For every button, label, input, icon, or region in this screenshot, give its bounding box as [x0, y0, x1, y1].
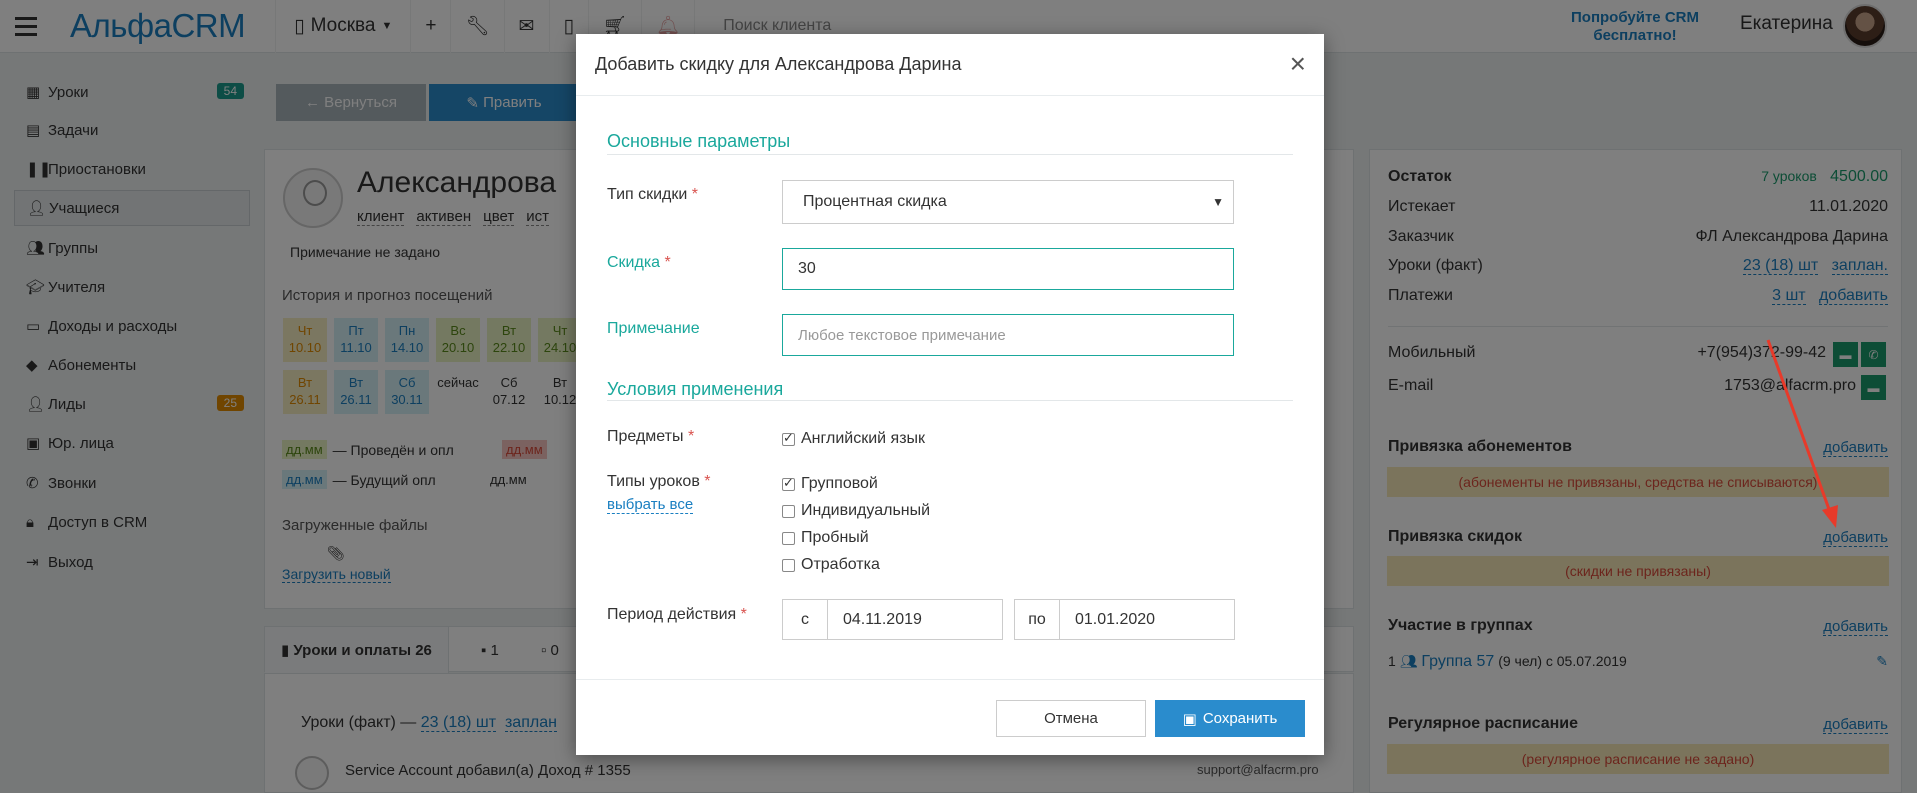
checkbox-label: Групповой [801, 475, 878, 492]
save-button[interactable]: ▣ Сохранить [1155, 700, 1305, 737]
checkbox[interactable] [782, 504, 795, 518]
label-text: Скидка [607, 254, 661, 271]
subjects-label: Предметы * [607, 428, 694, 446]
lesson-type-trial[interactable]: Пробный [782, 529, 869, 547]
required-mark: * [691, 186, 699, 203]
lesson-type-individual[interactable]: Индивидуальный [782, 502, 930, 520]
label-text: Тип скидки [607, 186, 688, 203]
save-label: Сохранить [1202, 710, 1278, 727]
select-all-link[interactable]: выбрать все [607, 496, 694, 514]
checkbox-label: Пробный [801, 529, 869, 546]
lesson-type-makeup[interactable]: Отработка [782, 556, 880, 574]
required-mark: * [740, 606, 747, 623]
modal-title: Добавить скидку для Александрова Дарина [595, 54, 962, 74]
note-label: Примечание [607, 320, 700, 337]
section-divider [607, 400, 1293, 401]
modal-footer-divider [576, 679, 1324, 680]
period-to-addon: по [1014, 599, 1060, 640]
lesson-types-label: Типы уроков * [607, 473, 711, 491]
discount-input[interactable]: 30 [782, 248, 1234, 290]
checkbox[interactable] [782, 531, 795, 545]
close-icon[interactable]: × [1290, 50, 1306, 78]
checkbox-label: Отработка [801, 556, 880, 573]
arrow-shaft [1766, 339, 1832, 513]
label-text: Предметы [607, 428, 684, 445]
checkbox-label: Английский язык [801, 430, 926, 447]
checkbox[interactable] [782, 430, 795, 446]
period-from-input[interactable]: 04.11.2019 [827, 599, 1003, 640]
period-to-input[interactable]: 01.01.2020 [1059, 599, 1235, 640]
discount-type-select[interactable]: Процентная скидка ▼ [782, 180, 1234, 224]
lesson-type-group[interactable]: Групповой [782, 475, 878, 493]
required-mark: * [664, 254, 671, 271]
note-textarea[interactable]: Любое текстовое примечание [782, 314, 1234, 356]
add-discount-modal: Добавить скидку для Александрова Дарина … [576, 34, 1324, 755]
period-label: Период действия * [607, 606, 747, 624]
period-from-addon: с [782, 599, 828, 640]
modal-header: Добавить скидку для Александрова Дарина … [576, 34, 1324, 96]
section-conditions-title: Условия применения [607, 379, 784, 399]
label-text: Типы уроков [607, 473, 700, 490]
cancel-button[interactable]: Отмена [996, 700, 1146, 737]
label-text: Период действия [607, 606, 737, 623]
section-main-title: Основные параметры [607, 131, 791, 151]
select-value: Процентная скидка [803, 193, 947, 210]
textarea-placeholder: Любое текстовое примечание [798, 326, 1006, 344]
discount-type-label: Тип скидки * [607, 186, 698, 204]
save-icon: ▣ [1182, 710, 1197, 728]
caret-down-icon: ▼ [1212, 195, 1224, 209]
section-divider [607, 154, 1293, 155]
checkbox[interactable] [782, 475, 795, 491]
required-mark: * [704, 473, 711, 490]
arrow-head [1822, 505, 1838, 528]
input-value: 30 [798, 260, 816, 277]
discount-label: Скидка * [607, 254, 671, 272]
checkbox[interactable] [782, 558, 795, 572]
subject-checkbox-english[interactable]: Английский язык [782, 430, 925, 448]
required-mark: * [687, 428, 695, 445]
checkbox-label: Индивидуальный [801, 502, 931, 519]
